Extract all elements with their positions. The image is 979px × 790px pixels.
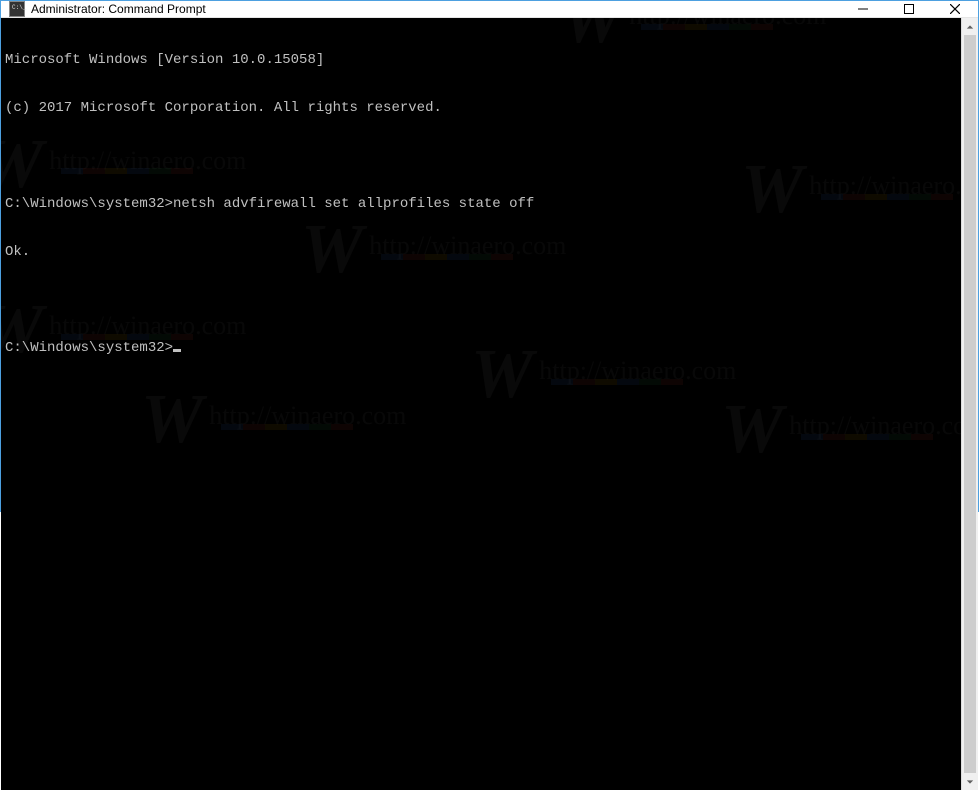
- watermark: Whttp://winaero.com: [561, 18, 826, 28]
- scroll-track[interactable]: [962, 35, 978, 773]
- console-line: Ok.: [5, 244, 957, 260]
- watermark: Whttp://winaero.com: [741, 178, 961, 198]
- console-prompt: C:\Windows\system32>: [5, 340, 173, 356]
- scroll-down-button[interactable]: [962, 773, 978, 790]
- console-line: Microsoft Windows [Version 10.0.15058]: [5, 52, 957, 68]
- watermark-bars: [801, 434, 933, 440]
- watermark-bars: [641, 24, 773, 30]
- scroll-thumb[interactable]: [964, 35, 976, 773]
- command-prompt-window: Administrator: Command Prompt Microsoft …: [0, 0, 979, 512]
- watermark: Whttp://winaero.com: [1, 318, 246, 338]
- minimize-icon: [858, 4, 868, 14]
- watermark: Whttp://winaero.com: [471, 363, 736, 383]
- vertical-scrollbar[interactable]: [961, 18, 978, 790]
- console-prompt-line: C:\Windows\system32>: [5, 340, 957, 356]
- console-line: [5, 148, 957, 164]
- chevron-up-icon: [966, 23, 974, 31]
- console-line: C:\Windows\system32>netsh advfirewall se…: [5, 196, 957, 212]
- cmd-icon: [9, 1, 25, 17]
- chevron-down-icon: [966, 778, 974, 786]
- window-controls: [840, 1, 978, 17]
- console-area: Microsoft Windows [Version 10.0.15058] (…: [1, 18, 978, 790]
- scroll-up-button[interactable]: [962, 18, 978, 35]
- close-button[interactable]: [932, 1, 978, 17]
- text-cursor: [173, 349, 181, 352]
- console-line: (c) 2017 Microsoft Corporation. All righ…: [5, 100, 957, 116]
- titlebar[interactable]: Administrator: Command Prompt: [1, 1, 978, 18]
- window-title: Administrator: Command Prompt: [31, 2, 206, 16]
- watermark-bars: [221, 424, 353, 430]
- watermark: Whttp://winaero.com: [721, 418, 961, 438]
- console-output[interactable]: Microsoft Windows [Version 10.0.15058] (…: [1, 18, 961, 790]
- watermark: Whttp://winaero.com: [141, 408, 406, 428]
- console-line: [5, 292, 957, 308]
- watermark-bars: [61, 168, 193, 174]
- maximize-icon: [904, 4, 914, 14]
- maximize-button[interactable]: [886, 1, 932, 17]
- close-icon: [950, 4, 960, 14]
- minimize-button[interactable]: [840, 1, 886, 17]
- watermark-bars: [551, 379, 683, 385]
